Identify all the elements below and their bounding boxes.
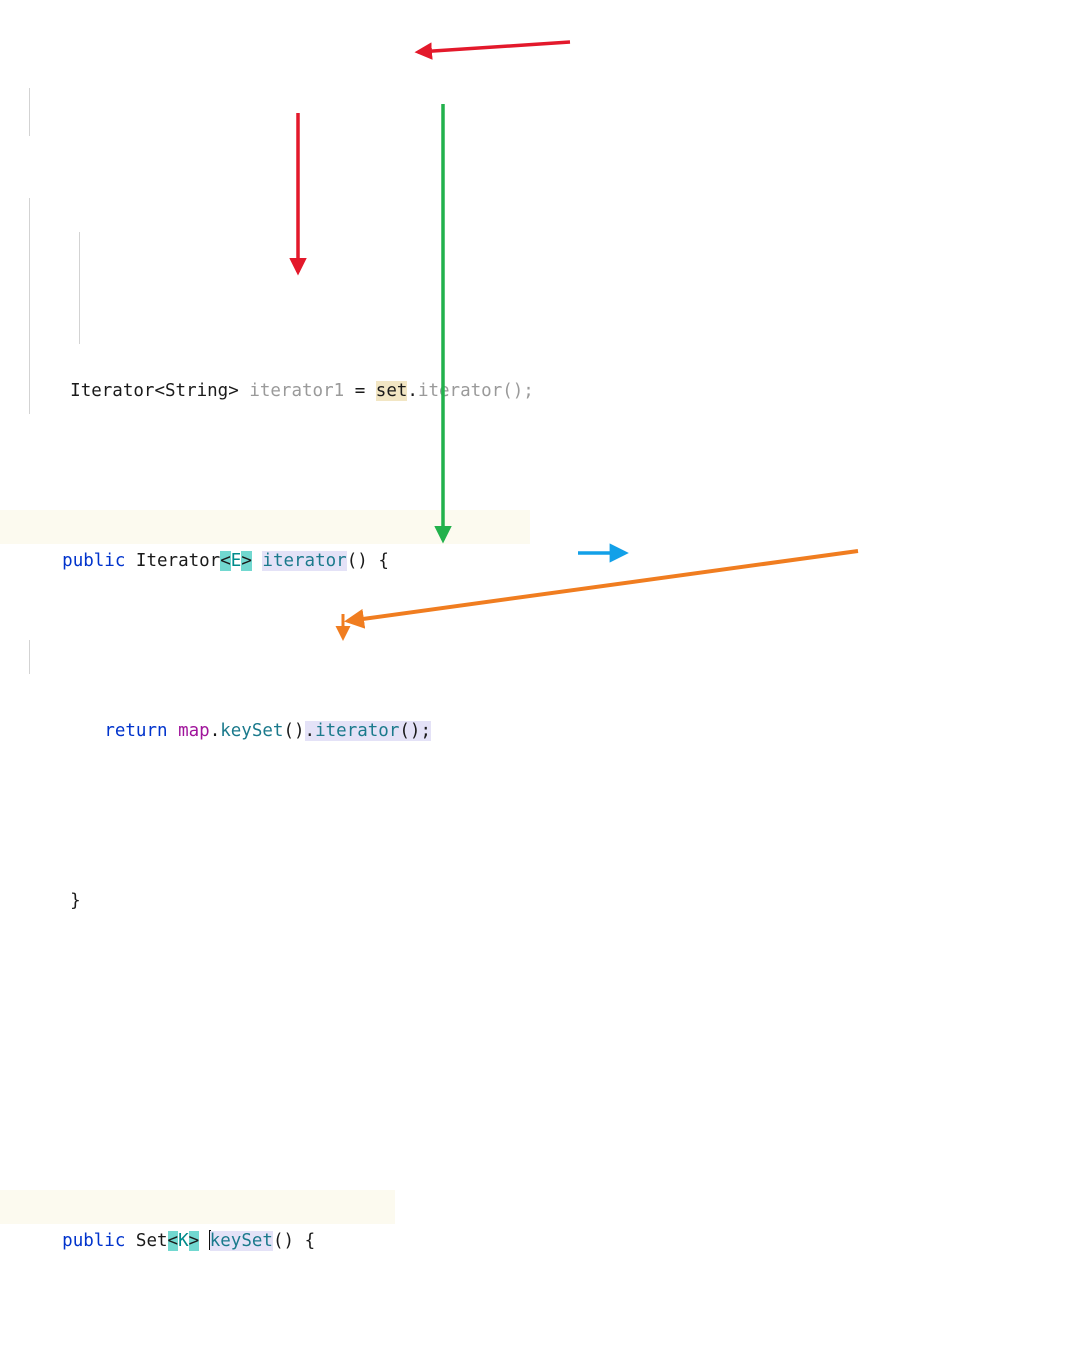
- highlight-angle-close: >: [241, 551, 252, 571]
- token-punct: ): [283, 1231, 295, 1251]
- token-punct: (: [346, 551, 358, 571]
- code-line[interactable]: public Iterator<E> iterator() {: [0, 510, 530, 571]
- highlight-keyset-decl: keySet: [209, 1231, 273, 1251]
- highlight-angle-open: <: [220, 551, 231, 571]
- token-keyword: return: [104, 721, 168, 741]
- code-line[interactable]: return map.keySet().iterator();: [0, 680, 1084, 741]
- token-local-var: iterator1: [249, 381, 345, 401]
- highlight-parens: ();: [399, 721, 431, 741]
- token-generic: K: [178, 1231, 189, 1251]
- code-line[interactable]: public Set<K> keySet() {: [0, 1190, 395, 1251]
- token-punct: ();: [502, 381, 534, 401]
- highlight-set: set: [375, 381, 408, 401]
- token-punct: ): [357, 551, 368, 571]
- indent-guide: [29, 88, 30, 136]
- code-line[interactable]: Set<K> ks = keySet;: [0, 1360, 1084, 1372]
- token-generic: E: [230, 551, 242, 571]
- token-method-call: iterator: [417, 381, 503, 401]
- highlight-dot: .: [304, 721, 316, 741]
- token-punct: {: [378, 551, 389, 571]
- token-punct: {: [304, 1231, 316, 1251]
- highlight-iterator-call: iterator: [315, 721, 400, 741]
- code-editor[interactable]: Iterator<String> iterator1 = set.iterato…: [0, 0, 1084, 1251]
- token-type: Iterator: [70, 381, 155, 401]
- code-line[interactable]: }: [0, 850, 1084, 911]
- token-punct: }: [70, 891, 81, 911]
- highlight-angle-close: >: [188, 1231, 200, 1251]
- token-punct: <: [154, 381, 165, 401]
- token-punct: >: [228, 381, 239, 401]
- token-type: String: [165, 381, 229, 401]
- token-keyword: public: [62, 1231, 126, 1251]
- token-punct: ): [294, 721, 305, 741]
- token-type: Iterator: [135, 551, 221, 571]
- token-method-call: keySet: [220, 721, 284, 741]
- code-line[interactable]: Iterator<String> iterator1 = set.iterato…: [0, 340, 1084, 401]
- token-operator: =: [354, 381, 366, 401]
- token-punct: (: [283, 721, 294, 741]
- token-punct: .: [407, 381, 418, 401]
- indent-guide: [29, 640, 30, 674]
- token-type: Set: [135, 1231, 168, 1251]
- highlight-iterator-decl: iterator: [262, 551, 347, 571]
- indent-guide: [79, 232, 80, 344]
- token-punct: .: [209, 721, 221, 741]
- token-punct: (: [272, 1231, 284, 1251]
- token-field: map: [178, 721, 210, 741]
- highlight-angle-open: <: [167, 1231, 179, 1251]
- token-keyword: public: [62, 551, 126, 571]
